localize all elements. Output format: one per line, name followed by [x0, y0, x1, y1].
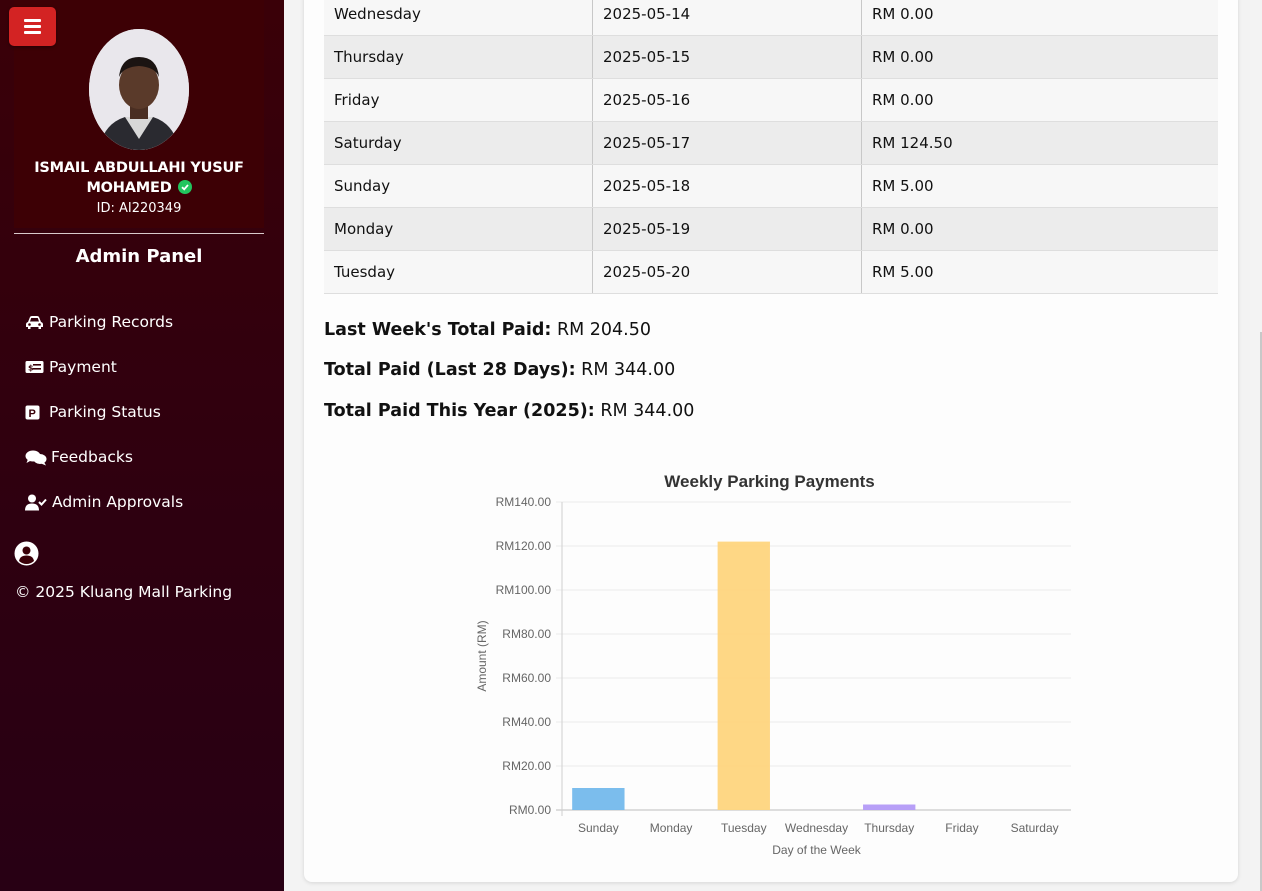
day-cell: Wednesday: [324, 0, 593, 36]
sidebar-item-feedbacks[interactable]: Feedbacks: [25, 448, 133, 466]
sidebar-item-label: Admin Approvals: [52, 493, 184, 511]
money-bill-icon: $: [25, 360, 47, 374]
x-tick-label: Saturday: [1011, 821, 1059, 835]
table-row: Wednesday 2025-05-14 RM 0.00: [324, 0, 1218, 36]
date-cell: 2025-05-17: [592, 121, 862, 165]
sidebar-item-label: Parking Records: [49, 313, 174, 331]
amount-cell: RM 0.00: [861, 0, 1218, 36]
amount-cell: RM 0.00: [861, 35, 1218, 79]
table-row: Thursday 2025-05-15 RM 0.00: [324, 35, 1218, 79]
car-icon: [25, 315, 47, 330]
day-cell: Sunday: [324, 164, 593, 208]
user-check-icon: [25, 494, 50, 511]
year-label: Total Paid This Year (2025):: [324, 401, 595, 421]
y-axis-label: Amount (RM): [475, 620, 489, 691]
x-tick-label: Wednesday: [785, 821, 848, 835]
sidebar-item-admin-approvals[interactable]: Admin Approvals: [25, 493, 183, 511]
comments-icon: [25, 449, 49, 466]
x-axis-label: Day of the Week: [772, 843, 861, 857]
user-name-line2: MOHAMED: [86, 180, 172, 196]
user-name: ISMAIL ABDULLAHI YUSUF MOHAMED: [14, 158, 264, 198]
x-tick-label: Friday: [945, 821, 978, 835]
sidebar-divider: [14, 233, 264, 234]
menu-toggle-button[interactable]: [9, 7, 56, 46]
y-tick-label: RM120.00: [496, 539, 552, 553]
user-name-line1: ISMAIL ABDULLAHI YUSUF: [34, 160, 244, 176]
payments-table: Wednesday 2025-05-14 RM 0.00 Thursday 20…: [324, 0, 1218, 294]
x-tick-label: Monday: [650, 821, 693, 835]
sidebar-item-label: Parking Status: [49, 403, 161, 421]
bar-thursday: [863, 804, 916, 810]
date-cell: 2025-05-18: [592, 164, 862, 208]
x-tick-label: Thursday: [864, 821, 914, 835]
amount-cell: RM 124.50: [861, 121, 1218, 165]
hamburger-icon: [24, 19, 41, 34]
user-id: ID: AI220349: [96, 201, 182, 216]
day-cell: Thursday: [324, 35, 593, 79]
last-28-days-total: Total Paid (Last 28 Days): RM 344.00: [324, 360, 675, 380]
last-week-total: Last Week's Total Paid: RM 204.50: [324, 320, 651, 340]
bar-sunday: [572, 788, 625, 810]
table-row: Friday 2025-05-16 RM 0.00: [324, 78, 1218, 122]
sidebar-item-payment[interactable]: $ Payment: [25, 358, 117, 376]
y-tick-label: RM80.00: [502, 627, 551, 641]
date-cell: 2025-05-15: [592, 35, 862, 79]
last-week-value: RM 204.50: [556, 320, 651, 340]
table-row: Monday 2025-05-19 RM 0.00: [324, 207, 1218, 251]
panel-title: Admin Panel: [75, 246, 203, 267]
sidebar-item-parking-records[interactable]: Parking Records: [25, 313, 173, 331]
y-tick-label: RM0.00: [509, 803, 551, 817]
amount-cell: RM 0.00: [861, 207, 1218, 251]
svg-text:P: P: [29, 408, 36, 420]
y-tick-label: RM20.00: [502, 759, 551, 773]
amount-cell: RM 5.00: [861, 250, 1218, 294]
sidebar-item-label: Payment: [49, 358, 117, 376]
avatar: [89, 29, 189, 150]
day-cell: Friday: [324, 78, 593, 122]
table-row: Tuesday 2025-05-20 RM 5.00: [324, 250, 1218, 294]
sidebar-item-parking-status[interactable]: P Parking Status: [25, 403, 161, 421]
date-cell: 2025-05-20: [592, 250, 862, 294]
x-tick-label: Sunday: [578, 821, 619, 835]
last-28-days-label: Total Paid (Last 28 Days):: [324, 360, 576, 380]
table-row: Saturday 2025-05-17 RM 124.50: [324, 121, 1218, 165]
chart-title: Weekly Parking Payments: [664, 472, 874, 491]
year-total: Total Paid This Year (2025): RM 344.00: [324, 401, 694, 421]
sidebar: ISMAIL ABDULLAHI YUSUF MOHAMED ID: AI220…: [0, 0, 284, 891]
y-tick-label: RM100.00: [496, 583, 552, 597]
parking-icon: P: [25, 405, 47, 420]
x-tick-label: Tuesday: [721, 821, 767, 835]
amount-cell: RM 0.00: [861, 78, 1218, 122]
user-circle-icon[interactable]: [14, 541, 39, 570]
bar-tuesday: [717, 541, 770, 810]
day-cell: Tuesday: [324, 250, 593, 294]
table-row: Sunday 2025-05-18 RM 5.00: [324, 164, 1218, 208]
sidebar-item-label: Feedbacks: [51, 448, 133, 466]
y-tick-label: RM40.00: [502, 715, 551, 729]
day-cell: Saturday: [324, 121, 593, 165]
day-cell: Monday: [324, 207, 593, 251]
weekly-payments-chart: Weekly Parking Payments RM0.00 RM20.00 RM40…: [475, 472, 1071, 857]
y-tick-label: RM60.00: [502, 671, 551, 685]
date-cell: 2025-05-19: [592, 207, 862, 251]
year-value: RM 344.00: [600, 401, 695, 421]
last-week-label: Last Week's Total Paid:: [324, 320, 552, 340]
date-cell: 2025-05-16: [592, 78, 862, 122]
copyright: © 2025 Kluang Mall Parking: [15, 583, 233, 601]
y-tick-label: RM140.00: [496, 495, 552, 509]
amount-cell: RM 5.00: [861, 164, 1218, 208]
last-28-days-value: RM 344.00: [581, 360, 676, 380]
verified-check-icon: [177, 180, 192, 194]
date-cell: 2025-05-14: [592, 0, 862, 36]
